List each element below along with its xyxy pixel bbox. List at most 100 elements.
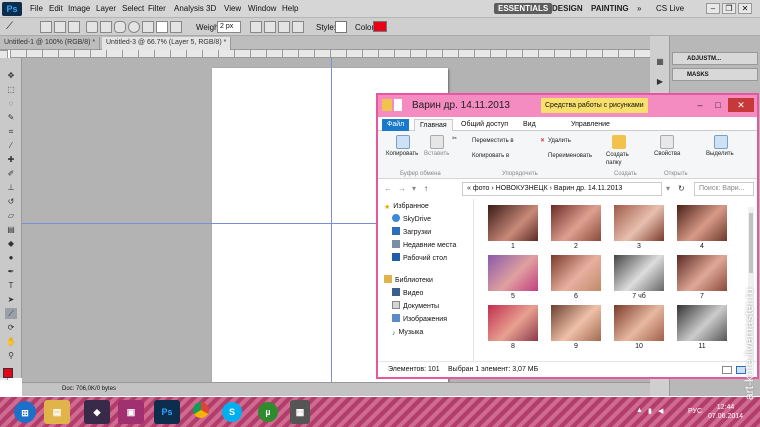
paste-icon[interactable] [430, 135, 444, 149]
crumb-photo[interactable]: фото [473, 185, 490, 192]
thumbnail[interactable] [614, 255, 664, 291]
file-name[interactable]: 3 [614, 243, 664, 250]
file-name[interactable]: 5 [488, 293, 538, 300]
move-to-button[interactable]: Переместить в [472, 138, 514, 144]
thumbnail[interactable] [551, 205, 601, 241]
skype-taskbar-icon[interactable]: S [222, 402, 242, 422]
tab-manage[interactable]: Управление [566, 119, 615, 131]
copy-button[interactable]: Копировать [386, 151, 418, 157]
recent-locations-icon[interactable]: ▾ [412, 184, 416, 193]
explorer-maximize-icon[interactable]: □ [709, 98, 727, 112]
thumbnail[interactable] [488, 255, 538, 291]
menu-help[interactable]: Help [282, 4, 298, 13]
tab-view[interactable]: Вид [518, 119, 541, 131]
properties-ribbon-icon[interactable] [660, 135, 674, 149]
rectangle-icon[interactable] [100, 21, 112, 33]
thumbnail[interactable] [551, 305, 601, 341]
paste-button[interactable]: Вставить [424, 151, 449, 157]
select-button[interactable]: Выделить [706, 151, 734, 157]
polygon-icon[interactable] [142, 21, 154, 33]
thumbnail[interactable] [488, 205, 538, 241]
tab-untitled-3[interactable]: Untitled-3 @ 66.7% (Layer 5, RGB/8) * [102, 37, 232, 50]
menu-image[interactable]: Image [68, 4, 90, 13]
clock[interactable]: 12:44 07.06.2014 [708, 403, 743, 421]
blur-tool-icon[interactable]: ◆ [5, 238, 17, 249]
menu-select[interactable]: Select [122, 4, 144, 13]
type-tool-icon[interactable]: T [5, 280, 17, 291]
history-icon[interactable]: ▦ [654, 56, 666, 67]
photoshop-taskbar-icon[interactable]: Ps [154, 400, 180, 424]
actions-icon[interactable]: ▶ [654, 76, 666, 87]
language-indicator[interactable]: РУС [688, 408, 702, 415]
file-name[interactable]: 4 [677, 243, 727, 250]
thumbnail[interactable] [677, 255, 727, 291]
thumbnail[interactable] [677, 305, 727, 341]
menu-3d[interactable]: 3D [206, 4, 216, 13]
workspace-more[interactable]: » [637, 4, 641, 13]
new-layer-icon[interactable] [250, 21, 262, 33]
start-button[interactable]: ⊞ [14, 401, 36, 423]
nav-libraries[interactable]: Библиотеки [384, 275, 433, 286]
healing-tool-icon[interactable]: ✚ [5, 154, 17, 165]
copy-icon[interactable] [396, 135, 410, 149]
ellipse-icon[interactable] [128, 21, 140, 33]
new-folder-button[interactable]: Создать папку [606, 151, 636, 167]
close-icon[interactable]: ✕ [738, 3, 752, 14]
volume-icon[interactable]: ◀ [658, 407, 663, 415]
properties-button[interactable]: Свойства [654, 151, 680, 157]
utorrent-taskbar-icon[interactable]: µ [258, 402, 278, 422]
shape-layers-icon[interactable] [40, 21, 52, 33]
app3-taskbar-icon[interactable]: ▦ [290, 400, 310, 424]
eyedropper-tool-icon[interactable]: ⁄ [5, 140, 17, 151]
style-picker[interactable] [335, 21, 347, 33]
file-name[interactable]: 7 [677, 293, 727, 300]
pen-icon[interactable] [86, 21, 98, 33]
restore-icon[interactable]: ❐ [722, 3, 736, 14]
explorer-taskbar-icon[interactable]: ▤ [44, 400, 70, 424]
foreground-color[interactable] [3, 368, 13, 378]
tab-share[interactable]: Общий доступ [456, 119, 513, 131]
explorer-close-icon[interactable]: ✕ [728, 98, 754, 112]
address-dropdown-icon[interactable]: ▾ [666, 184, 670, 193]
subtract-icon[interactable] [278, 21, 290, 33]
nav-video[interactable]: Видео [392, 288, 423, 299]
explorer-title-bar[interactable]: Варин др. 14.11.2013 Средства работы с р… [378, 95, 757, 117]
move-tool-icon[interactable]: ✥ [5, 70, 17, 81]
weight-field[interactable]: 2 px [217, 21, 241, 33]
menu-filter[interactable]: Filter [148, 4, 166, 13]
lasso-tool-icon[interactable]: ◌ [5, 98, 17, 109]
3d-rotate-icon[interactable]: ⟳ [5, 322, 17, 333]
file-name[interactable]: 10 [614, 343, 664, 350]
details-view-icon[interactable] [722, 366, 732, 374]
properties-icon[interactable] [394, 99, 402, 111]
zoom-tool-icon[interactable]: ⚲ [5, 350, 17, 361]
nav-downloads[interactable]: Загрузки [392, 227, 431, 238]
fill-pixels-icon[interactable] [68, 21, 80, 33]
search-input[interactable]: Поиск: Вари... [694, 182, 754, 196]
path-select-icon[interactable]: ➤ [5, 294, 17, 305]
app2-taskbar-icon[interactable]: ▣ [118, 400, 144, 424]
copy-to-button[interactable]: Копировать в [472, 153, 509, 159]
menu-analysis[interactable]: Analysis [174, 4, 204, 13]
gradient-tool-icon[interactable]: ▤ [5, 224, 17, 235]
nav-desktop[interactable]: Рабочий стол [392, 253, 447, 264]
chrome-taskbar-icon[interactable] [188, 400, 214, 424]
file-name[interactable]: 9 [551, 343, 601, 350]
line-tool-icon[interactable]: ⟋ [5, 308, 17, 319]
thumbnail[interactable] [614, 205, 664, 241]
line-tool-icon[interactable]: ⟋ [6, 21, 18, 33]
address-box[interactable]: « фото › НОВОКУЗНЕЦК › Варин др. 14.11.2… [462, 182, 662, 196]
workspace-painting[interactable]: PAINTING [587, 3, 633, 14]
forward-icon[interactable]: → [398, 184, 406, 193]
crop-tool-icon[interactable]: ⌗ [5, 126, 17, 137]
pen-tool-icon[interactable]: ✒ [5, 266, 17, 277]
thumbnail[interactable] [677, 205, 727, 241]
network-icon[interactable]: ▮ [648, 407, 652, 415]
history-brush-icon[interactable]: ↺ [5, 196, 17, 207]
file-name[interactable]: 2 [551, 243, 601, 250]
menu-edit[interactable]: Edit [49, 4, 63, 13]
nav-favorites[interactable]: ★ Избранное [384, 201, 429, 212]
quick-select-tool-icon[interactable]: ✎ [5, 112, 17, 123]
new-folder-icon[interactable] [612, 135, 626, 149]
nav-music[interactable]: ♪ Музыка [392, 327, 423, 338]
